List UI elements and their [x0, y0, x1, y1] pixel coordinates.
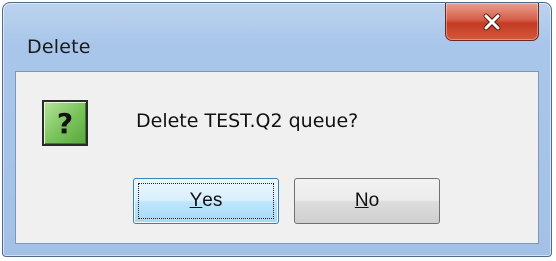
no-button-label: o	[368, 190, 380, 211]
dialog-window: Delete ? Delete TEST.Q2 queue? Yes No	[2, 2, 552, 257]
no-button[interactable]: No	[294, 178, 440, 224]
no-button-mnemonic: N	[354, 190, 369, 211]
yes-button[interactable]: Yes	[133, 178, 279, 224]
message-text: Delete TEST.Q2 queue?	[136, 110, 359, 132]
focus-rectangle	[138, 183, 274, 219]
close-icon	[483, 13, 501, 30]
close-button[interactable]	[445, 3, 539, 41]
dialog-content: ? Delete TEST.Q2 queue? Yes No	[15, 71, 539, 244]
question-icon: ?	[42, 100, 88, 146]
window-title: Delete	[27, 36, 91, 58]
